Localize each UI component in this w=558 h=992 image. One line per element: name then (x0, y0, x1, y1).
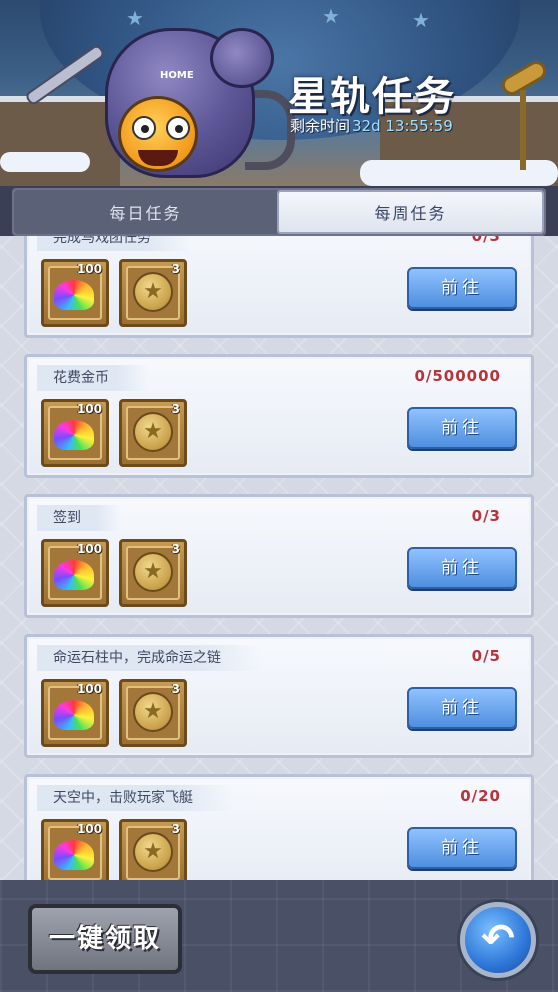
rainbow-gem-pile-icon (54, 700, 94, 730)
task-progress: 0/3 (471, 236, 501, 245)
page-title: 星轨任务 (288, 74, 456, 120)
reward-count: 3 (171, 822, 180, 836)
star-coin-icon: ★ (133, 412, 173, 452)
reward-count: 3 (171, 402, 180, 416)
reward-count: 3 (171, 682, 180, 696)
task-list: 完成马戏团任务 0/3 100 ★ 3 前往 花费金币 0/500000 100… (24, 236, 534, 880)
rainbow-gem-pile-icon (54, 840, 94, 870)
reward-coin[interactable]: ★ 3 (119, 539, 187, 607)
reward-coin[interactable]: ★ 3 (119, 399, 187, 467)
remaining-time: 剩余时间 32d 13:55:59 (290, 115, 453, 136)
rainbow-gem-pile-icon (54, 280, 94, 310)
task-progress: 0/20 (460, 787, 501, 805)
task-card: 命运石柱中，完成命运之链 0/5 100 ★ 3 前往 (24, 634, 534, 758)
task-list-panel[interactable]: 完成马戏团任务 0/3 100 ★ 3 前往 花费金币 0/500000 100… (0, 236, 558, 880)
remaining-countdown: 32d 13:55:59 (352, 117, 453, 135)
reward-count: 3 (171, 262, 180, 276)
reward-gems[interactable]: 100 (41, 399, 109, 467)
remaining-label: 剩余时间 (290, 117, 351, 135)
star-coin-icon: ★ (133, 552, 173, 592)
star-coin-icon: ★ (133, 832, 173, 872)
reward-count: 100 (76, 262, 102, 276)
star-icon: ★ (322, 4, 340, 28)
footer-bar: 一键领取 ↶ (0, 880, 558, 992)
reward-gems[interactable]: 100 (41, 259, 109, 327)
tab-weekly[interactable]: 每周任务 (277, 190, 544, 234)
reward-count: 100 (76, 402, 102, 416)
goto-button[interactable]: 前往 (407, 407, 517, 449)
reward-coin[interactable]: ★ 3 (119, 259, 187, 327)
reward-coin[interactable]: ★ 3 (119, 679, 187, 747)
star-icon: ★ (412, 8, 430, 32)
reward-gems[interactable]: 100 (41, 679, 109, 747)
task-card: 签到 0/3 100 ★ 3 前往 (24, 494, 534, 618)
reward-gems[interactable]: 100 (41, 539, 109, 607)
claim-all-button[interactable]: 一键领取 (28, 904, 182, 974)
rainbow-gem-pile-icon (54, 420, 94, 450)
task-name: 天空中，击败玩家飞艇 (37, 785, 233, 811)
task-tabs: 每日任务 每周任务 (12, 188, 546, 236)
task-card: 天空中，击败玩家飞艇 0/20 100 ★ 3 前往 (24, 774, 534, 880)
task-card: 花费金币 0/500000 100 ★ 3 前往 (24, 354, 534, 478)
goto-button[interactable]: 前往 (407, 827, 517, 869)
reward-coin[interactable]: ★ 3 (119, 819, 187, 880)
header-banner: ★ ★ ★ HOME 星轨任务 剩余时间 32d 13:55:59 (0, 0, 558, 186)
task-name: 签到 (37, 505, 121, 531)
robot-claw (24, 43, 106, 107)
task-progress: 0/3 (471, 507, 501, 525)
robot-eye (166, 116, 190, 140)
task-name: 命运石柱中，完成命运之链 (37, 645, 261, 671)
back-button[interactable]: ↶ (460, 902, 536, 978)
reward-count: 100 (76, 542, 102, 556)
tab-daily[interactable]: 每日任务 (14, 190, 277, 234)
back-arrow-icon: ↶ (481, 916, 515, 962)
reward-count: 100 (76, 682, 102, 696)
reward-gems[interactable]: 100 (41, 819, 109, 880)
goto-button[interactable]: 前往 (407, 687, 517, 729)
robot-shoulder (210, 28, 274, 88)
robot-badge: HOME (160, 70, 194, 81)
task-name: 完成马戏团任务 (37, 236, 191, 251)
rainbow-gem-pile-icon (54, 560, 94, 590)
task-name: 花费金币 (37, 365, 149, 391)
task-progress: 0/500000 (414, 367, 501, 385)
robot-eye (132, 116, 156, 140)
task-progress: 0/5 (471, 647, 501, 665)
reward-count: 100 (76, 822, 102, 836)
goto-button[interactable]: 前往 (407, 267, 517, 309)
goto-button[interactable]: 前往 (407, 547, 517, 589)
star-coin-icon: ★ (133, 692, 173, 732)
telescope-icon (492, 57, 552, 170)
task-card: 完成马戏团任务 0/3 100 ★ 3 前往 (24, 236, 534, 338)
mascot-robot: HOME (20, 18, 295, 186)
reward-count: 3 (171, 542, 180, 556)
star-coin-icon: ★ (133, 272, 173, 312)
